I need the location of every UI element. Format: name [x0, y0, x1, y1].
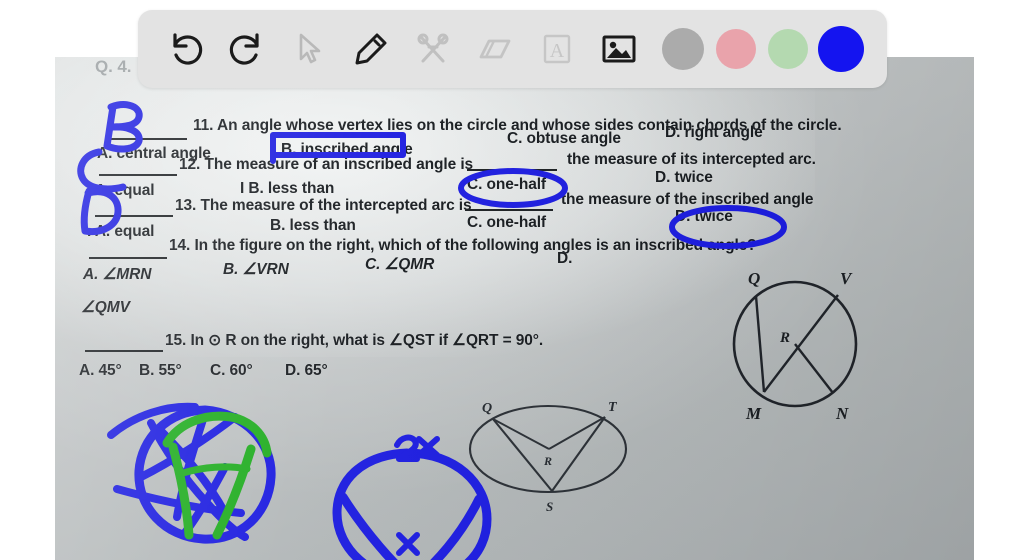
circle-diagram-qvmn: Q V R M N	[720, 262, 870, 427]
sketch-circle-scribble	[107, 402, 276, 544]
question-13-option-a: . A. equal	[87, 223, 155, 240]
circle-diagram-qtsr: Q T R S	[460, 387, 640, 527]
svg-text:Q: Q	[482, 401, 492, 416]
undo-icon[interactable]	[154, 18, 216, 80]
question-13-option-d: D. twice	[675, 208, 733, 225]
color-palette	[656, 26, 868, 72]
answer-blank-11	[107, 138, 187, 140]
svg-text:S: S	[546, 499, 553, 514]
question-15-text: 15. In ⊙ R on the right, what is ∠QST if…	[165, 332, 544, 349]
question-13-option-b: B. less than	[270, 217, 356, 234]
svg-text:M: M	[745, 404, 762, 423]
question-14-option-a: A. ∠MRN	[83, 266, 152, 283]
question-13-text: 13. The measure of the intercepted arc i…	[175, 197, 472, 214]
label-2x	[394, 434, 420, 462]
question-14-option-d-value: ∠QMV	[81, 299, 130, 316]
svg-text:R: R	[779, 330, 790, 346]
question-15-option-d: D. 65°	[285, 362, 328, 379]
color-swatch-blue[interactable]	[818, 26, 864, 72]
question-13-option-c: C. one-half	[467, 214, 546, 231]
answer-blank-15	[85, 350, 163, 352]
svg-text:R: R	[543, 454, 552, 468]
partial-header-text: Q. 4.	[95, 57, 132, 76]
question-12-option-a: A. equal	[95, 182, 155, 199]
question-11-option-d: D. right angle	[665, 124, 763, 141]
svg-text:V: V	[840, 269, 853, 288]
sketch-green-marks	[162, 411, 272, 540]
question-12-fill-blank	[467, 169, 557, 171]
question-15-option-a: A. 45°	[79, 362, 122, 379]
shape-tools-icon[interactable]	[402, 18, 464, 80]
question-14-option-d: D.	[557, 250, 573, 267]
redo-icon[interactable]	[216, 18, 278, 80]
cursor-icon[interactable]	[278, 18, 340, 80]
question-12-option-d: D. twice	[655, 169, 713, 186]
svg-text:A: A	[550, 40, 565, 62]
question-11-option-c: C. obtuse angle	[507, 130, 621, 147]
question-13-fill-blank	[465, 209, 553, 211]
answer-blank-12	[99, 174, 177, 176]
svg-text:N: N	[835, 404, 849, 423]
color-swatch-green[interactable]	[768, 29, 808, 69]
label-x	[396, 532, 420, 556]
pencil-icon[interactable]	[340, 18, 402, 80]
eraser-icon[interactable]	[464, 18, 526, 80]
question-14-option-b: B. ∠VRN	[223, 261, 289, 278]
color-swatch-pink[interactable]	[716, 29, 756, 69]
handwritten-answer-b	[103, 101, 143, 153]
question-12-option-b: I B. less than	[240, 180, 335, 197]
question-12-text: 12. The measure of an inscribed angle is	[179, 156, 474, 173]
app-canvas: Q. 4. 11. An angle whose vertex lies on …	[0, 0, 1024, 560]
answer-blank-13	[95, 215, 173, 217]
worksheet-photo[interactable]: Q. 4. 11. An angle whose vertex lies on …	[55, 57, 974, 560]
color-swatch-gray[interactable]	[662, 28, 704, 70]
drawing-toolbar: A	[138, 10, 887, 88]
question-13-tail: the measure of the inscribed angle	[561, 191, 814, 208]
question-14-option-c: C. ∠QMR	[365, 256, 435, 273]
answer-blank-14	[89, 257, 167, 259]
question-12-tail: the measure of its intercepted arc.	[567, 151, 816, 168]
text-icon[interactable]: A	[526, 18, 588, 80]
image-icon[interactable]	[588, 18, 650, 80]
question-12-option-c: C. one-half	[467, 176, 546, 193]
svg-text:T: T	[608, 400, 618, 415]
question-14-text: 14. In the figure on the right, which of…	[169, 237, 757, 254]
question-15-option-b: B. 55°	[139, 362, 182, 379]
svg-text:Q: Q	[748, 269, 760, 288]
question-15-option-c: C. 60°	[210, 362, 253, 379]
